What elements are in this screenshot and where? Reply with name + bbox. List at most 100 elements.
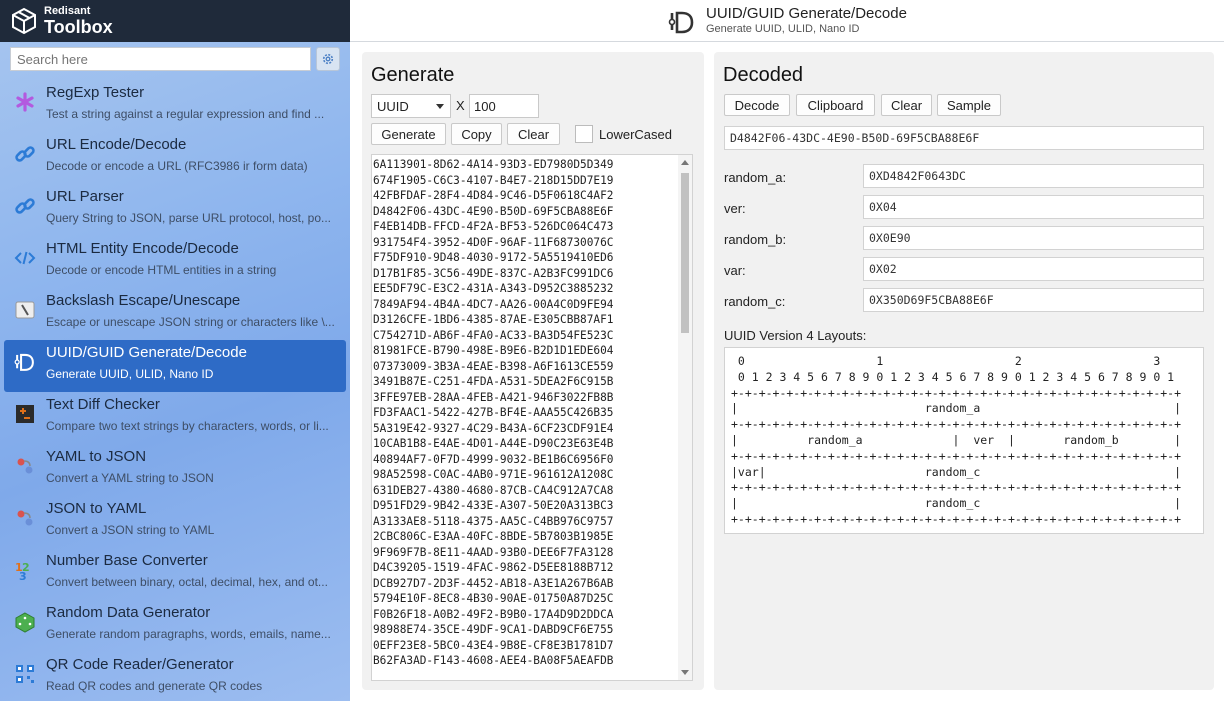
uuid-scrollbar[interactable] [678, 155, 692, 680]
layout-line: | random_c | [731, 496, 1182, 511]
uuid-line: 98988E74-35CE-49DF-9CA1-DABD9CF6E755 [373, 623, 614, 636]
sidebar-item-desc: Decode or encode HTML entities in a stri… [46, 263, 277, 277]
uuid-icon [13, 350, 37, 374]
random-c-field[interactable]: 0X350D69F5CBA88E6F [863, 288, 1204, 312]
decode-input[interactable]: D4842F06-43DC-4E90-B50D-69F5CBA88E6F [724, 126, 1204, 150]
uuid-line: FD3FAAC1-5422-427B-BF4E-AAA55C426B35 [373, 406, 614, 419]
uuid-line: 7849AF94-4B4A-4DC7-AA26-00A4C0D9FE94 [373, 297, 614, 311]
count-input[interactable]: 100 [469, 94, 539, 118]
layout-line: +-+-+-+-+-+-+-+-+-+-+-+-+-+-+-+-+-+-+-+-… [731, 511, 1182, 526]
gear-icon [322, 53, 334, 65]
sidebar-item-desc: Query String to JSON, parse URL protocol… [46, 211, 332, 225]
uuid-line: B62FA3AD-F143-4608-AEE4-BA08F5AEAFDB [373, 654, 614, 667]
uuid-line: 40894AF7-0F7D-4999-9032-BE1B6C6956F0 [373, 452, 614, 466]
sidebar-item-random-data-generator[interactable]: Random Data Generator Generate random par… [4, 600, 346, 652]
toolbox-logo-icon [12, 7, 36, 35]
link-icon [13, 194, 37, 218]
scroll-thumb[interactable] [681, 173, 689, 333]
clipboard-button[interactable]: Clipboard [796, 94, 875, 116]
brand-header: Redisant Toolbox [0, 0, 350, 42]
layout-text: 0 1 2 3 0 1 2 3 4 5 6 7 8 9 0 1 2 3 4 5 … [731, 354, 1181, 528]
convert-icon [13, 506, 37, 530]
sample-button[interactable]: Sample [937, 94, 1001, 116]
sidebar-item-qr-code-reader-generator[interactable]: QR Code Reader/Generator Read QR codes an… [4, 652, 346, 701]
random-a-field[interactable]: 0XD4842F0643DC [863, 164, 1204, 188]
scroll-up-icon[interactable] [681, 160, 689, 165]
sidebar-item-yaml-to-json[interactable]: YAML to JSON Convert a YAML string to JSO… [4, 444, 346, 496]
uuid-line: EE5DF79C-E3C2-431A-A343-D952C3885232 [373, 282, 614, 295]
scroll-down-icon[interactable] [681, 670, 689, 675]
uuid-output-list[interactable]: 6A113901-8D62-4A14-93D3-ED7980D5D349 674F… [371, 154, 693, 681]
uuid-line: 931754F4-3952-4D0F-96AF-11F68730076C [373, 235, 614, 249]
uuid-type-value: UUID [377, 98, 409, 114]
uuid-line: 98A52598-C0AC-4AB0-971E-961612A1208C [373, 468, 614, 481]
decoded-title: Decoded [723, 64, 804, 86]
code-icon [13, 246, 37, 270]
uuid-line: 0EFF23E8-5BC0-43E4-9B8E-CF8E3B1781D7 [373, 638, 614, 652]
sidebar-item-json-to-yaml[interactable]: JSON to YAML Convert a JSON string to YAM… [4, 496, 346, 548]
sidebar-item-desc: Generate random paragraphs, words, email… [46, 627, 331, 641]
diff-icon [13, 402, 37, 426]
sidebar-item-url-encode-decode[interactable]: URL Encode/Decode Decode or encode a URL … [4, 132, 346, 184]
sidebar-item-uuid-guid-generate-decode[interactable]: UUID/GUID Generate/Decode Generate UUID, … [4, 340, 346, 392]
sidebar-item-name: RegExp Tester [46, 84, 145, 101]
ver-field[interactable]: 0X04 [863, 195, 1204, 219]
sidebar-item-desc: Compare two text strings by characters, … [46, 419, 329, 433]
dice-icon [13, 610, 37, 634]
generate-title: Generate [371, 64, 455, 86]
layout-line: |var| random_c | [731, 464, 1182, 479]
sidebar-item-regexp-tester[interactable]: RegExp Tester Test a string against a reg… [4, 80, 346, 132]
random-c-label: random_c: [724, 294, 786, 309]
page-title: UUID/GUID Generate/Decode [706, 5, 907, 22]
layout-line: +-+-+-+-+-+-+-+-+-+-+-+-+-+-+-+-+-+-+-+-… [731, 417, 1182, 432]
uuid-line: 3FFE97EB-28AA-4FEB-A421-946F3022FB8B [373, 390, 614, 404]
uuid-lines: 6A113901-8D62-4A14-93D3-ED7980D5D349 674F… [373, 157, 613, 669]
uuid-line: 631DEB27-4380-4680-87CB-CA4C912A7CA8 [373, 483, 614, 497]
search-settings-button[interactable] [316, 47, 340, 71]
clear-decode-button[interactable]: Clear [881, 94, 932, 116]
copy-button[interactable]: Copy [451, 123, 502, 145]
sidebar-item-backslash-escape-unescape[interactable]: Backslash Escape/Unescape Escape or unesc… [4, 288, 346, 340]
layout-diagram: 0 1 2 3 0 1 2 3 4 5 6 7 8 9 0 1 2 3 4 5 … [724, 347, 1204, 534]
sidebar: Redisant Toolbox RegExp Tester Test a str… [0, 0, 350, 701]
uuid-line: 42FBFDAF-28F4-4D84-9C46-D5F0618C4AF2 [373, 189, 614, 202]
random-b-label: random_b: [724, 232, 787, 247]
qr-icon [13, 662, 37, 686]
ver-label: ver: [724, 201, 746, 216]
backslash-icon [13, 298, 37, 322]
uuid-line: 674F1905-C6C3-4107-B4E7-218D15DD7E19 [373, 173, 614, 187]
uuid-line: 2CBC806C-E3AA-40FC-8BDE-5B7803B1985E [373, 530, 614, 543]
sidebar-item-desc: Read QR codes and generate QR codes [46, 679, 263, 693]
sidebar-item-desc: Test a string against a regular expressi… [46, 107, 325, 121]
var-field[interactable]: 0X02 [863, 257, 1204, 281]
sidebar-item-text-diff-checker[interactable]: Text Diff Checker Compare two text string… [4, 392, 346, 444]
lowercased-label: LowerCased [599, 127, 672, 142]
count-value: 100 [474, 98, 496, 114]
search-bar [10, 47, 340, 71]
lowercased-checkbox[interactable] [575, 125, 593, 143]
generate-button[interactable]: Generate [371, 123, 446, 145]
sidebar-item-number-base-converter[interactable]: 1 2 3 Number Base Converter Convert between … [4, 548, 346, 600]
sidebar-item-name: UUID/GUID Generate/Decode [46, 344, 247, 361]
uuid-line: D3126CFE-1BD6-4385-87AE-E305CBB87AF1 [373, 313, 614, 326]
sidebar-item-url-parser[interactable]: URL Parser Query String to JSON, parse UR… [4, 184, 346, 236]
uuid-line: 07373009-3B3A-4EAE-B398-A6F1613CE559 [373, 359, 614, 373]
sidebar-item-name: Random Data Generator [46, 604, 211, 621]
uuid-line: F0B26F18-A0B2-49F2-B9B0-17A4D9D2DDCA [373, 607, 614, 621]
sidebar-item-name: JSON to YAML [46, 500, 147, 517]
uuid-line: D17B1F85-3C56-49DE-837C-A2B3FC991DC6 [373, 266, 614, 280]
uuid-line: 9F969F7B-8E11-4AAD-93B0-DEE6F7FA3128 [373, 545, 614, 559]
layout-line: +-+-+-+-+-+-+-+-+-+-+-+-+-+-+-+-+-+-+-+-… [731, 480, 1182, 495]
decode-button[interactable]: Decode [724, 94, 790, 116]
search-input[interactable] [10, 47, 311, 71]
uuid-line: 3491B87E-C251-4FDA-A531-5DEA2F6C915B [373, 375, 614, 388]
uuid-icon [668, 11, 694, 34]
sidebar-item-html-entity-encode-decode[interactable]: HTML Entity Encode/Decode Decode or encod… [4, 236, 346, 288]
var-label: var: [724, 263, 746, 278]
random-b-field[interactable]: 0X0E90 [863, 226, 1204, 250]
layout-line: 0 1 2 3 [731, 354, 1161, 368]
uuid-line: 5794E10F-8EC8-4B30-90AE-01750A87D25C [373, 592, 614, 605]
clear-generate-button[interactable]: Clear [507, 123, 560, 145]
layout-label: UUID Version 4 Layouts: [724, 328, 867, 343]
uuid-type-select[interactable]: UUID [371, 94, 451, 118]
